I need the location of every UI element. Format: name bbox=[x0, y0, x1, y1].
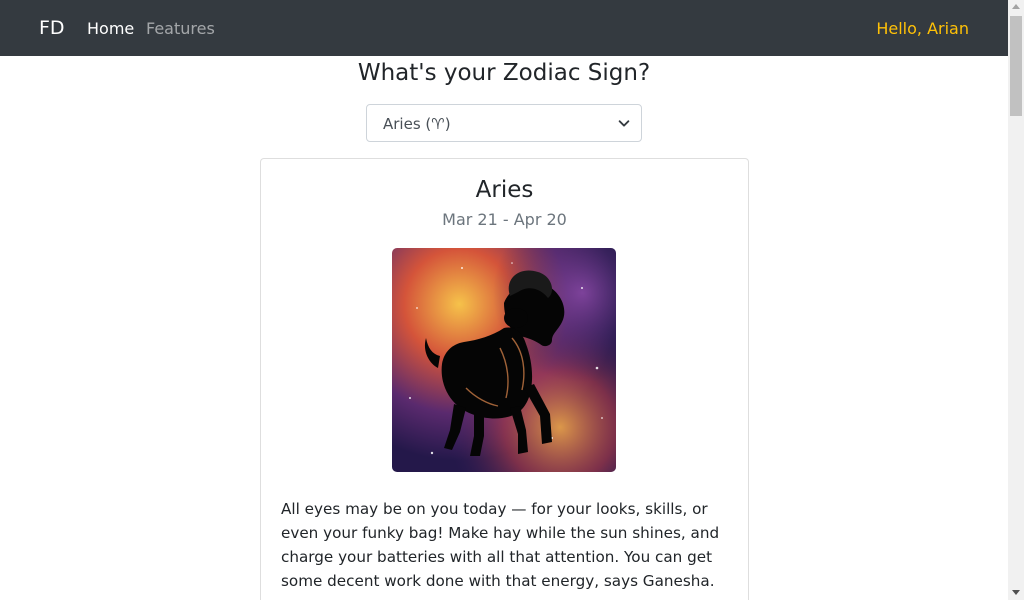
scroll-thumb[interactable] bbox=[1010, 16, 1022, 116]
zodiac-sign-select[interactable]: Aries (♈︎) bbox=[366, 104, 642, 142]
zodiac-card: Aries Mar 21 - Apr 20 All eyes may be on… bbox=[260, 158, 749, 600]
sign-date-range: Mar 21 - Apr 20 bbox=[442, 210, 567, 229]
nav-link-features[interactable]: Features bbox=[146, 0, 215, 56]
chevron-down-icon bbox=[618, 120, 630, 127]
page-scrollbar[interactable] bbox=[1008, 0, 1024, 600]
scroll-down-arrow-icon[interactable] bbox=[1008, 586, 1024, 600]
daily-horoscope-text: All eyes may be on you today — for your … bbox=[281, 500, 720, 590]
aries-ram-icon bbox=[392, 248, 616, 472]
top-navbar: FD Home Features Hello, Arian bbox=[0, 0, 1008, 56]
sign-name: Aries bbox=[475, 177, 534, 203]
selected-sign-value: Aries (♈︎) bbox=[383, 115, 451, 133]
brand-logo[interactable]: FD bbox=[39, 0, 65, 56]
user-greeting[interactable]: Hello, Arian bbox=[876, 0, 969, 56]
page-title: What's your Zodiac Sign? bbox=[357, 60, 651, 86]
scroll-up-arrow-icon[interactable] bbox=[1008, 0, 1024, 14]
nav-link-home[interactable]: Home bbox=[87, 0, 134, 56]
